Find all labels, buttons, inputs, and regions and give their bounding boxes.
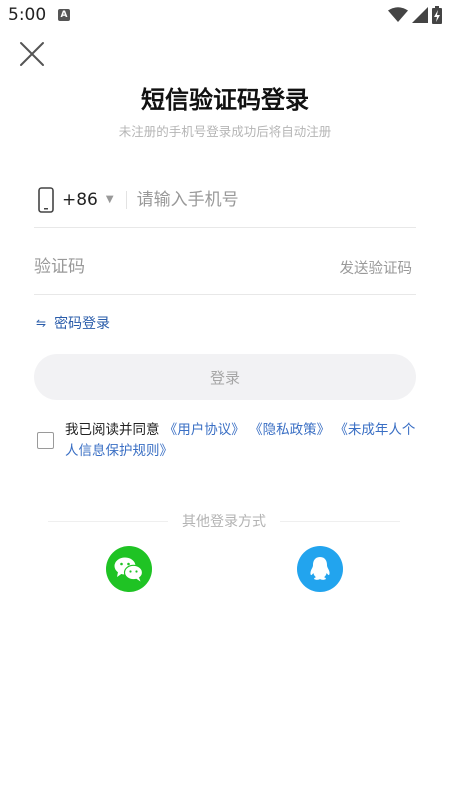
login-button[interactable]: 登录 bbox=[34, 354, 416, 400]
divider bbox=[125, 190, 127, 209]
wifi-icon bbox=[388, 7, 408, 22]
wechat-icon bbox=[114, 557, 144, 582]
qq-icon bbox=[310, 557, 330, 580]
password-login-link[interactable]: ⇋ 密码登录 bbox=[36, 313, 110, 333]
status-time: 5:00 bbox=[8, 5, 47, 25]
a-notification-icon: A bbox=[58, 9, 70, 21]
verification-code-input[interactable] bbox=[34, 257, 254, 277]
agreement-prefix: 我已阅读并同意 bbox=[65, 422, 160, 438]
qq-login-button[interactable] bbox=[297, 546, 343, 592]
other-login-divider: 其他登录方式 bbox=[48, 511, 400, 531]
verification-code-row: 发送验证码 bbox=[34, 240, 416, 295]
close-button[interactable] bbox=[18, 40, 46, 68]
phone-icon bbox=[38, 186, 54, 213]
chevron-down-icon[interactable]: ▼ bbox=[106, 194, 114, 205]
status-icons bbox=[388, 6, 442, 24]
phone-number-row: +86 ▼ bbox=[34, 172, 416, 228]
password-login-label: 密码登录 bbox=[54, 316, 111, 332]
page-title: 短信验证码登录 bbox=[141, 86, 309, 114]
signal-icon bbox=[412, 7, 428, 23]
other-login-title: 其他登录方式 bbox=[182, 514, 266, 530]
wechat-login-button[interactable] bbox=[106, 546, 152, 592]
user-agreement-link[interactable]: 《用户协议》 bbox=[164, 422, 245, 438]
page-subtitle: 未注册的手机号登录成功后将自动注册 bbox=[118, 124, 332, 139]
battery-charging-icon bbox=[432, 6, 442, 24]
agreement-text: 我已阅读并同意 《用户协议》 《隐私政策》 《未成年人个人信息保护规则》 bbox=[65, 420, 417, 462]
divider-line-left bbox=[48, 520, 168, 522]
status-bar: 5:00 A bbox=[0, 0, 450, 32]
country-code-selector[interactable]: +86 bbox=[62, 190, 98, 210]
close-icon bbox=[20, 42, 44, 66]
divider-line-right bbox=[280, 520, 400, 522]
send-code-button[interactable]: 发送验证码 bbox=[340, 257, 413, 278]
privacy-policy-link[interactable]: 《隐私政策》 bbox=[249, 422, 330, 438]
phone-input[interactable] bbox=[136, 189, 416, 210]
switch-icon: ⇋ bbox=[36, 316, 47, 330]
agreement-checkbox[interactable] bbox=[37, 432, 54, 449]
